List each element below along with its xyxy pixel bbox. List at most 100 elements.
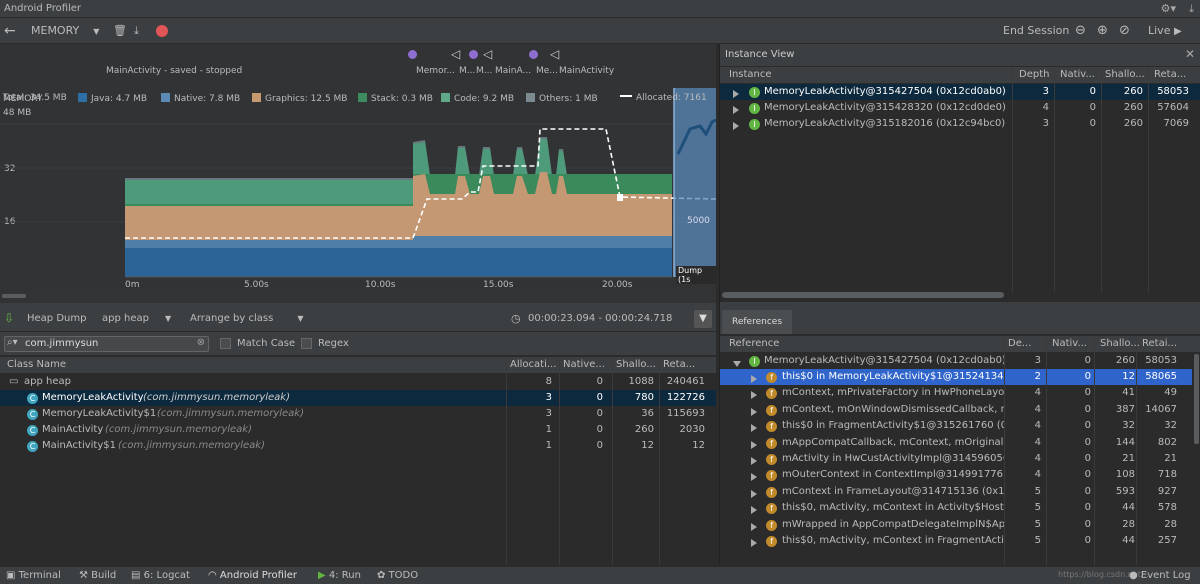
hide-icon[interactable]: ⤓ [1189, 2, 1194, 16]
heap-select[interactable]: app heap ▼ [102, 313, 171, 324]
col-class-name[interactable]: Class Name [7, 357, 66, 373]
instance-row[interactable]: I MemoryLeakActivity@315428320 (0x12cd0d… [720, 100, 1200, 116]
zoom-out-icon[interactable]: ⊖ [1075, 18, 1086, 44]
logcat-tab[interactable]: ▤ 6: Logcat [131, 570, 190, 581]
legend-java-label: Java: 4.7 MB [91, 94, 148, 104]
col-shallow[interactable]: Shallo... [1105, 67, 1145, 83]
record-icon[interactable] [156, 25, 168, 37]
regex-checkbox[interactable] [301, 338, 312, 349]
search-input[interactable]: com.jimmysun [25, 338, 98, 349]
vertical-scrollbar[interactable] [1194, 354, 1199, 444]
reference-root-row[interactable]: I MemoryLeakActivity@315427504 (0x12cd0a… [720, 353, 1200, 369]
profiler-tab[interactable]: ◠ Android Profiler [208, 570, 297, 581]
reference-row[interactable]: f this$0 in MemoryLeakActivity$1@31524134… [720, 369, 1192, 385]
table-row[interactable]: C MemoryLeakActivity (com.jimmysun.memor… [0, 390, 716, 406]
reference-row[interactable]: f mOuterContext in ContextImpl@314991776 4… [720, 467, 1192, 483]
back-arrow-icon[interactable]: ← [4, 18, 16, 44]
col-retained[interactable]: Retai... [1142, 336, 1177, 352]
field-icon: f [766, 402, 781, 418]
reference-row[interactable]: f this$0, mActivity, mContext in Fragment… [720, 533, 1192, 549]
expand-arrow-icon[interactable] [751, 537, 763, 553]
shallow-size: 41 [1122, 387, 1135, 399]
reference-row[interactable]: f mContext, mOnWindowDismissedCallback, m… [720, 402, 1192, 418]
column-divider [1012, 67, 1013, 292]
profiler-select[interactable]: MEMORY ▼ [31, 18, 99, 44]
reference-row[interactable]: f this$0, mActivity, mContext in Activity… [720, 500, 1192, 516]
reference-row[interactable]: f mActivity in HwCustActivityImpl@3145960… [720, 451, 1192, 467]
col-depth[interactable]: De... [1008, 336, 1031, 352]
col-retained[interactable]: Reta... [663, 357, 695, 373]
class-name: MainActivity$1 [42, 440, 116, 451]
col-allocations[interactable]: Allocati... [510, 357, 556, 373]
package-name: (com.jimmysun.memoryleak) [118, 440, 265, 451]
native-size: 0 [596, 440, 603, 451]
zoom-in-icon[interactable]: ⊕ [1097, 18, 1108, 44]
memory-timeline[interactable]: ◁ ◁ ◁ MainActivity - saved - stopped Mem… [0, 44, 716, 306]
search-field[interactable]: ⌕▾ com.jimmysun ⊗ [4, 336, 209, 352]
logcat-icon: ▤ [131, 570, 141, 581]
native-size: 0 [596, 392, 603, 403]
col-reference[interactable]: Reference [729, 336, 779, 352]
arrange-select[interactable]: Arrange by class ▼ [190, 313, 303, 324]
reference-row[interactable]: f mWrapped in AppCompatDelegateImplN$Ap 5 0… [720, 517, 1192, 533]
table-row[interactable]: ▭ app heap 8 0 1088 240461 [0, 374, 716, 390]
field-icon: f [766, 467, 781, 483]
expand-arrow-icon[interactable] [733, 120, 745, 136]
clear-icon[interactable]: ⊗ [197, 337, 205, 348]
legend-graphics-label: Graphics: 12.5 MB [265, 94, 348, 104]
references-table-header: Reference De... Nativ... Shallo... Retai… [720, 336, 1200, 352]
column-divider [1101, 67, 1102, 292]
field-icon: f [766, 435, 781, 451]
reference-row[interactable]: f mContext in FrameLayout@314715136 (0x1 5… [720, 484, 1192, 500]
native-size: 0 [1084, 420, 1091, 432]
retained-size: 12 [692, 440, 705, 451]
clock-icon: ◷ [511, 312, 521, 325]
instance-row[interactable]: I MemoryLeakActivity@315182016 (0x12c94b… [720, 116, 1200, 132]
native-size: 0 [1084, 453, 1091, 464]
instance-row[interactable]: I MemoryLeakActivity@315427504 (0x12cd0a… [720, 84, 1200, 100]
col-depth[interactable]: Depth [1019, 67, 1049, 83]
scrollbar-thumb[interactable] [2, 294, 26, 298]
tab-references[interactable]: References [722, 310, 793, 334]
terminal-tab[interactable]: ▣ Terminal [6, 570, 61, 581]
event-log-tab[interactable]: ● Event Log [1129, 570, 1191, 581]
end-session-button[interactable]: End Session [1003, 18, 1069, 44]
trash-icon[interactable]: 🗑 [113, 18, 127, 44]
table-row[interactable]: C MemoryLeakActivity$1 (com.jimmysun.mem… [0, 406, 716, 422]
run-tab[interactable]: ▶ 4: Run [318, 570, 361, 581]
col-shallow[interactable]: Shallo... [616, 357, 656, 373]
heap-dump-icon: ⇩ [4, 311, 15, 325]
col-native[interactable]: Nativ... [1052, 336, 1087, 352]
stack-swatch [358, 93, 367, 102]
depth: 4 [1034, 436, 1041, 448]
legend-code-label: Code: 9.2 MB [454, 94, 515, 104]
native-size: 0 [1084, 469, 1091, 481]
col-shallow[interactable]: Shallo... [1100, 336, 1140, 352]
filter-icon[interactable]: ▼ [694, 310, 712, 328]
timeline-scrollbar[interactable] [0, 293, 716, 299]
heap-dump-icon[interactable]: ⤓ [134, 18, 139, 44]
live-button[interactable]: Live ▶ [1148, 18, 1182, 44]
col-retained[interactable]: Reta... [1154, 67, 1186, 83]
column-divider [659, 357, 660, 565]
reference-row[interactable]: f mContext, mPrivateFactory in HwPhoneLay… [720, 385, 1192, 401]
legend-stack: Stack: 0.3 MB [358, 93, 433, 105]
col-native[interactable]: Native... [563, 357, 605, 373]
gear-icon[interactable]: ⚙▾ [1161, 2, 1176, 15]
match-case-checkbox[interactable] [220, 338, 231, 349]
play-icon: ▶ [1173, 26, 1182, 37]
table-row[interactable]: C MainActivity (com.jimmysun.memoryleak)… [0, 422, 716, 438]
reference-row[interactable]: f mAppCompatCallback, mContext, mOriginal… [720, 435, 1192, 451]
close-icon[interactable]: ✕ [1185, 47, 1195, 61]
depth: 4 [1034, 403, 1041, 415]
reference-row[interactable]: f this$0 in FragmentActivity$1@315261760 … [720, 418, 1192, 434]
table-row[interactable]: C MainActivity$1 (com.jimmysun.memorylea… [0, 438, 716, 454]
todo-tab[interactable]: ✿ TODO [377, 570, 418, 581]
col-native[interactable]: Nativ... [1060, 67, 1095, 83]
build-tab[interactable]: ⚒ Build [79, 570, 116, 581]
retained-size: 115693 [666, 408, 705, 419]
col-instance[interactable]: Instance [729, 67, 772, 83]
horizontal-scrollbar[interactable] [722, 292, 1004, 298]
reset-zoom-icon[interactable]: ⊘ [1119, 18, 1130, 44]
x-axis-tick: 15.00s [483, 280, 514, 290]
